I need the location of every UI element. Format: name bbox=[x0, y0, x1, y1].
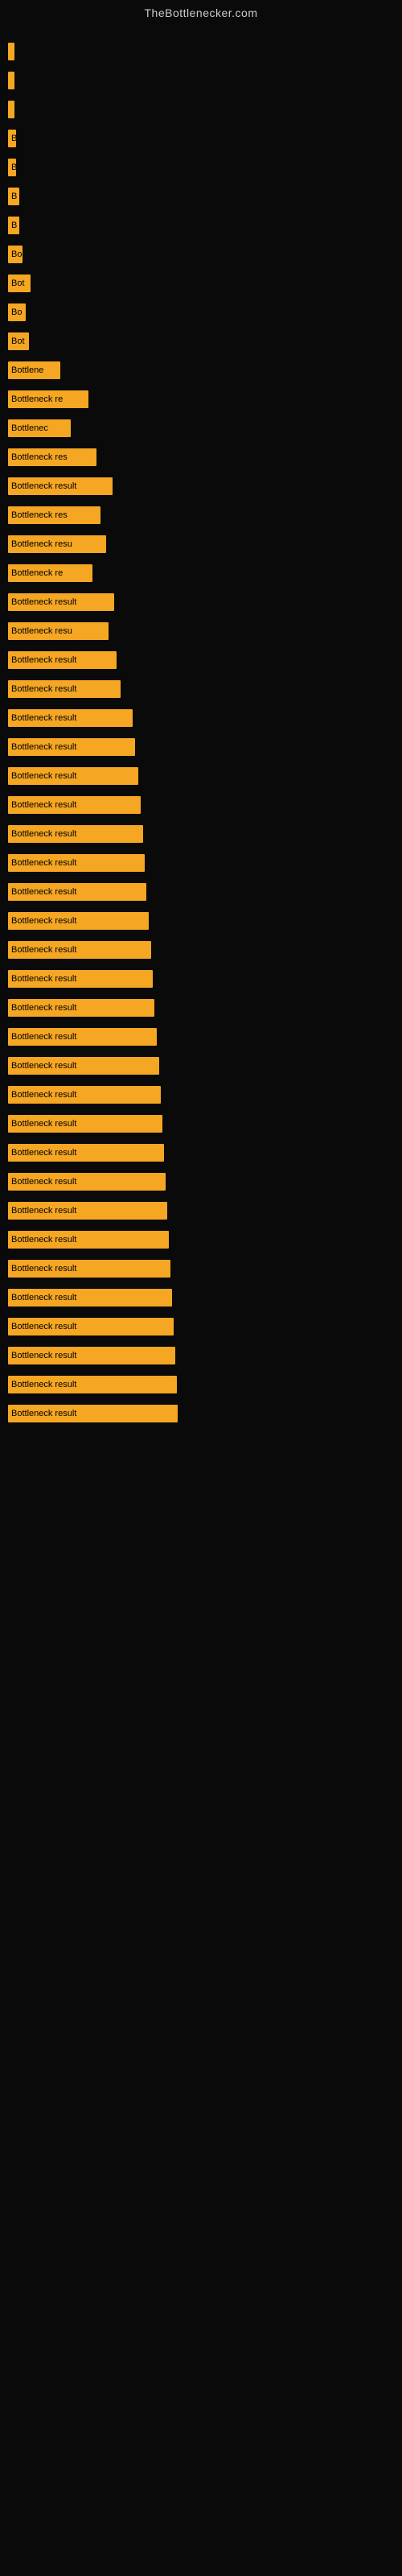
bar-label: Bottleneck result bbox=[8, 825, 143, 843]
bar-label: Bo bbox=[8, 303, 26, 321]
bar-label: Bottlene bbox=[8, 361, 60, 379]
bar-row: Bottleneck result bbox=[8, 1198, 394, 1224]
bar-row: Bottleneck result bbox=[8, 792, 394, 818]
bar-row: Bottleneck re bbox=[8, 560, 394, 586]
bar-row: Bottleneck result bbox=[8, 966, 394, 992]
bars-container: BBBBBoBotBoBotBottleneBottleneck reBottl… bbox=[0, 23, 402, 1438]
bar-label: B bbox=[8, 188, 19, 205]
bar-label bbox=[8, 72, 14, 89]
bar-label: Bottleneck result bbox=[8, 680, 121, 698]
bar-label: Bottleneck result bbox=[8, 1289, 172, 1307]
bar-row: Bottleneck res bbox=[8, 502, 394, 528]
bar-row: Bottleneck result bbox=[8, 676, 394, 702]
bar-label: Bottleneck result bbox=[8, 1028, 157, 1046]
bar-label: Bottlenec bbox=[8, 419, 71, 437]
bar-label: Bottleneck result bbox=[8, 738, 135, 756]
bar-row: B bbox=[8, 213, 394, 238]
bar-row: Bottleneck result bbox=[8, 734, 394, 760]
bar-row: Bottleneck result bbox=[8, 1401, 394, 1426]
bar-label: Bottleneck res bbox=[8, 506, 100, 524]
site-title: TheBottlenecker.com bbox=[0, 0, 402, 23]
bar-row: Bottleneck result bbox=[8, 1227, 394, 1253]
bar-row: Bo bbox=[8, 299, 394, 325]
bar-row: B bbox=[8, 155, 394, 180]
bar-row bbox=[8, 68, 394, 93]
bar-label: Bottleneck result bbox=[8, 1057, 159, 1075]
bar-label: Bottleneck re bbox=[8, 564, 92, 582]
bar-label: Bottleneck result bbox=[8, 912, 149, 930]
bar-label: B bbox=[8, 159, 16, 176]
bar-row: Bot bbox=[8, 328, 394, 354]
bar-label: Bottleneck result bbox=[8, 1202, 167, 1220]
bar-row: Bottleneck result bbox=[8, 1372, 394, 1397]
bar-label: Bottleneck result bbox=[8, 854, 145, 872]
bar-label: Bottleneck result bbox=[8, 1376, 177, 1393]
bar-row: Bottleneck result bbox=[8, 1111, 394, 1137]
bar-label: Bottleneck result bbox=[8, 1260, 170, 1278]
bar-label: Bottleneck result bbox=[8, 796, 141, 814]
bar-row: Bottleneck result bbox=[8, 1285, 394, 1311]
bar-label: B bbox=[8, 130, 16, 147]
bar-row bbox=[8, 39, 394, 64]
bar-label bbox=[8, 43, 14, 60]
bar-row: Bottleneck res bbox=[8, 444, 394, 470]
bar-row: Bottleneck result bbox=[8, 995, 394, 1021]
bar-row: Bottleneck result bbox=[8, 937, 394, 963]
bar-label: Bottleneck res bbox=[8, 448, 96, 466]
bar-row: Bottleneck result bbox=[8, 763, 394, 789]
bar-row: Bottleneck resu bbox=[8, 618, 394, 644]
bar-row bbox=[8, 97, 394, 122]
bar-row: Bottleneck result bbox=[8, 1256, 394, 1282]
bar-row: Bottleneck result bbox=[8, 705, 394, 731]
bar-row: Bottlene bbox=[8, 357, 394, 383]
bar-label: Bottleneck result bbox=[8, 1231, 169, 1249]
bar-label: Bottleneck result bbox=[8, 970, 153, 988]
bar-row: Bottleneck result bbox=[8, 647, 394, 673]
bar-label: Bottleneck result bbox=[8, 709, 133, 727]
bar-row: Bottleneck result bbox=[8, 1343, 394, 1368]
bar-label: Bottleneck re bbox=[8, 390, 88, 408]
bar-row: Bottleneck result bbox=[8, 1082, 394, 1108]
bar-row: B bbox=[8, 184, 394, 209]
bar-label: Bottleneck result bbox=[8, 941, 151, 959]
bar-label: B bbox=[8, 217, 19, 234]
bar-row: Bottleneck result bbox=[8, 473, 394, 499]
bar-row: Bottleneck result bbox=[8, 1140, 394, 1166]
bar-row: Bottleneck result bbox=[8, 821, 394, 847]
bar-label: Bottleneck result bbox=[8, 651, 117, 669]
bar-label: Bottleneck result bbox=[8, 1115, 162, 1133]
bar-row: Bot bbox=[8, 270, 394, 296]
bar-label bbox=[8, 101, 14, 118]
bar-row: Bottleneck result bbox=[8, 850, 394, 876]
bar-row: Bottleneck result bbox=[8, 908, 394, 934]
bar-row: Bottleneck result bbox=[8, 879, 394, 905]
bar-label: Bottleneck result bbox=[8, 1405, 178, 1422]
bar-label: Bo bbox=[8, 246, 23, 263]
bar-label: Bottleneck result bbox=[8, 1318, 174, 1335]
bar-row: Bottleneck result bbox=[8, 1314, 394, 1340]
bar-label: Bot bbox=[8, 275, 31, 292]
bar-label: Bottleneck result bbox=[8, 1086, 161, 1104]
bar-row: Bottleneck result bbox=[8, 1024, 394, 1050]
bar-label: Bottleneck result bbox=[8, 1173, 166, 1191]
bar-label: Bot bbox=[8, 332, 29, 350]
bar-label: Bottleneck result bbox=[8, 883, 146, 901]
bar-row: Bo bbox=[8, 242, 394, 267]
bar-row: Bottleneck re bbox=[8, 386, 394, 412]
bar-row: Bottleneck resu bbox=[8, 531, 394, 557]
bar-label: Bottleneck resu bbox=[8, 535, 106, 553]
bar-label: Bottleneck result bbox=[8, 999, 154, 1017]
bar-label: Bottleneck result bbox=[8, 767, 138, 785]
bar-label: Bottleneck result bbox=[8, 1347, 175, 1364]
bar-label: Bottleneck result bbox=[8, 477, 113, 495]
bar-row: B bbox=[8, 126, 394, 151]
bar-row: Bottleneck result bbox=[8, 1053, 394, 1079]
bar-label: Bottleneck resu bbox=[8, 622, 109, 640]
bar-label: Bottleneck result bbox=[8, 1144, 164, 1162]
bar-row: Bottleneck result bbox=[8, 1169, 394, 1195]
bar-row: Bottleneck result bbox=[8, 589, 394, 615]
bar-label: Bottleneck result bbox=[8, 593, 114, 611]
bar-row: Bottlenec bbox=[8, 415, 394, 441]
